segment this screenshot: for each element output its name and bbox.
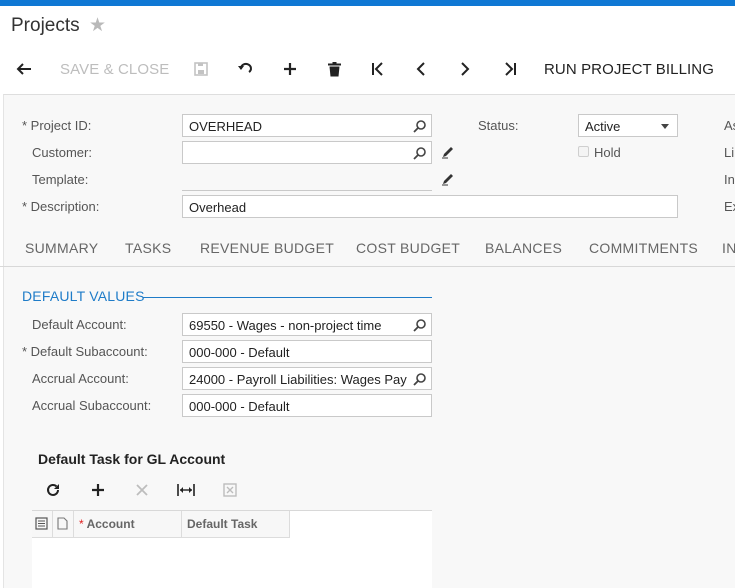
default-account-field[interactable]: 69550 - Wages - non-project time <box>182 313 432 336</box>
delete-button[interactable] <box>322 52 346 86</box>
undo-icon <box>238 62 252 73</box>
default-subaccount-label: * Default Subaccount: <box>22 344 148 359</box>
hold-checkbox[interactable] <box>578 146 589 157</box>
chevron-down-icon <box>661 124 669 129</box>
edit-template-pencil-icon[interactable] <box>441 172 455 186</box>
run-project-billing-button[interactable]: RUN PROJECT BILLING <box>544 52 714 86</box>
search-icon[interactable] <box>413 119 427 133</box>
close-icon <box>136 484 148 496</box>
fit-to-width-icon <box>177 484 195 496</box>
delete-row-button[interactable] <box>130 478 154 502</box>
files-column-header[interactable] <box>53 511 74 538</box>
tab-commitments[interactable]: COMMITMENTS <box>589 240 698 256</box>
hold-label: Hold <box>594 145 621 160</box>
save-button[interactable] <box>189 52 213 86</box>
favorite-star-icon[interactable]: ★ <box>89 14 106 37</box>
tab-cost-budget[interactable]: COST BUDGET <box>356 240 460 256</box>
edit-customer-pencil-icon[interactable] <box>441 145 455 159</box>
accrual-subaccount-label: Accrual Subaccount: <box>32 398 152 413</box>
description-field[interactable]: Overhead <box>182 195 678 218</box>
section-divider <box>143 297 432 298</box>
tab-summary[interactable]: SUMMARY <box>25 240 98 256</box>
page-title: Projects <box>11 15 80 36</box>
notes-icon <box>35 517 48 530</box>
top-accent-bar <box>0 0 735 6</box>
project-id-label: * Project ID: <box>22 118 92 133</box>
status-label: Status: <box>478 118 519 133</box>
last-record-button[interactable] <box>498 52 522 86</box>
save-close-button[interactable]: SAVE & CLOSE <box>60 52 169 86</box>
chevron-left-icon <box>416 62 425 76</box>
fit-columns-button[interactable] <box>174 478 198 502</box>
tab-tasks[interactable]: TASKS <box>125 240 171 256</box>
excel-icon <box>223 483 237 497</box>
save-icon <box>194 62 208 76</box>
default-task-grid: * Account Default Task <box>32 510 432 588</box>
grid-title: Default Task for GL Account <box>38 451 226 467</box>
next-record-button[interactable] <box>453 52 477 86</box>
plus-icon <box>284 63 296 75</box>
right-edge-label-2: Li <box>724 145 735 160</box>
file-icon <box>57 517 68 530</box>
first-record-button[interactable] <box>366 52 390 86</box>
trash-icon <box>327 61 341 76</box>
tab-balances[interactable]: BALANCES <box>485 240 562 256</box>
accrual-subaccount-field[interactable]: 000-000 - Default <box>182 394 432 417</box>
add-button[interactable] <box>278 52 302 86</box>
undo-button[interactable] <box>233 52 257 86</box>
accrual-account-label: Accrual Account: <box>32 371 129 386</box>
previous-record-button[interactable] <box>409 52 433 86</box>
tab-cut-off[interactable]: IN <box>722 240 735 256</box>
back-arrow-icon <box>16 63 31 75</box>
toolbar: SAVE & CLOSE RUN PROJECT BILLING <box>0 52 735 86</box>
template-label: Template: <box>32 172 89 187</box>
status-select[interactable]: Active <box>578 114 678 137</box>
search-icon[interactable] <box>413 146 427 160</box>
right-edge-label-3: In <box>724 172 735 187</box>
chevron-right-icon <box>461 62 470 76</box>
export-excel-button[interactable] <box>218 478 242 502</box>
default-task-column-header[interactable]: Default Task <box>182 511 290 538</box>
right-edge-label-4: Ex <box>724 199 735 214</box>
accrual-account-field[interactable]: 24000 - Payroll Liabilities: Wages Pay <box>182 367 432 390</box>
search-icon[interactable] <box>413 372 427 386</box>
customer-label: Customer: <box>32 145 92 160</box>
tab-revenue-budget[interactable]: REVENUE BUDGET <box>200 240 334 256</box>
default-account-label: Default Account: <box>32 317 127 332</box>
right-edge-label-1: As <box>724 118 735 133</box>
customer-field[interactable] <box>182 141 432 164</box>
default-values-heading: DEFAULT VALUES <box>22 288 145 304</box>
description-label: * Description: <box>22 199 100 214</box>
template-field <box>182 168 432 191</box>
tab-bar: SUMMARY TASKS REVENUE BUDGET COST BUDGET… <box>0 231 735 267</box>
add-row-button[interactable] <box>86 478 110 502</box>
row-selector-header[interactable] <box>32 511 53 538</box>
refresh-button[interactable] <box>41 478 65 502</box>
search-icon[interactable] <box>413 318 427 332</box>
default-subaccount-field[interactable]: 000-000 - Default <box>182 340 432 363</box>
first-icon <box>372 62 383 76</box>
account-column-header[interactable]: * Account <box>74 511 182 538</box>
refresh-icon <box>47 483 59 496</box>
plus-icon <box>92 484 104 496</box>
back-button[interactable] <box>12 52 36 86</box>
last-icon <box>505 62 516 76</box>
project-id-field[interactable]: OVERHEAD <box>182 114 432 137</box>
